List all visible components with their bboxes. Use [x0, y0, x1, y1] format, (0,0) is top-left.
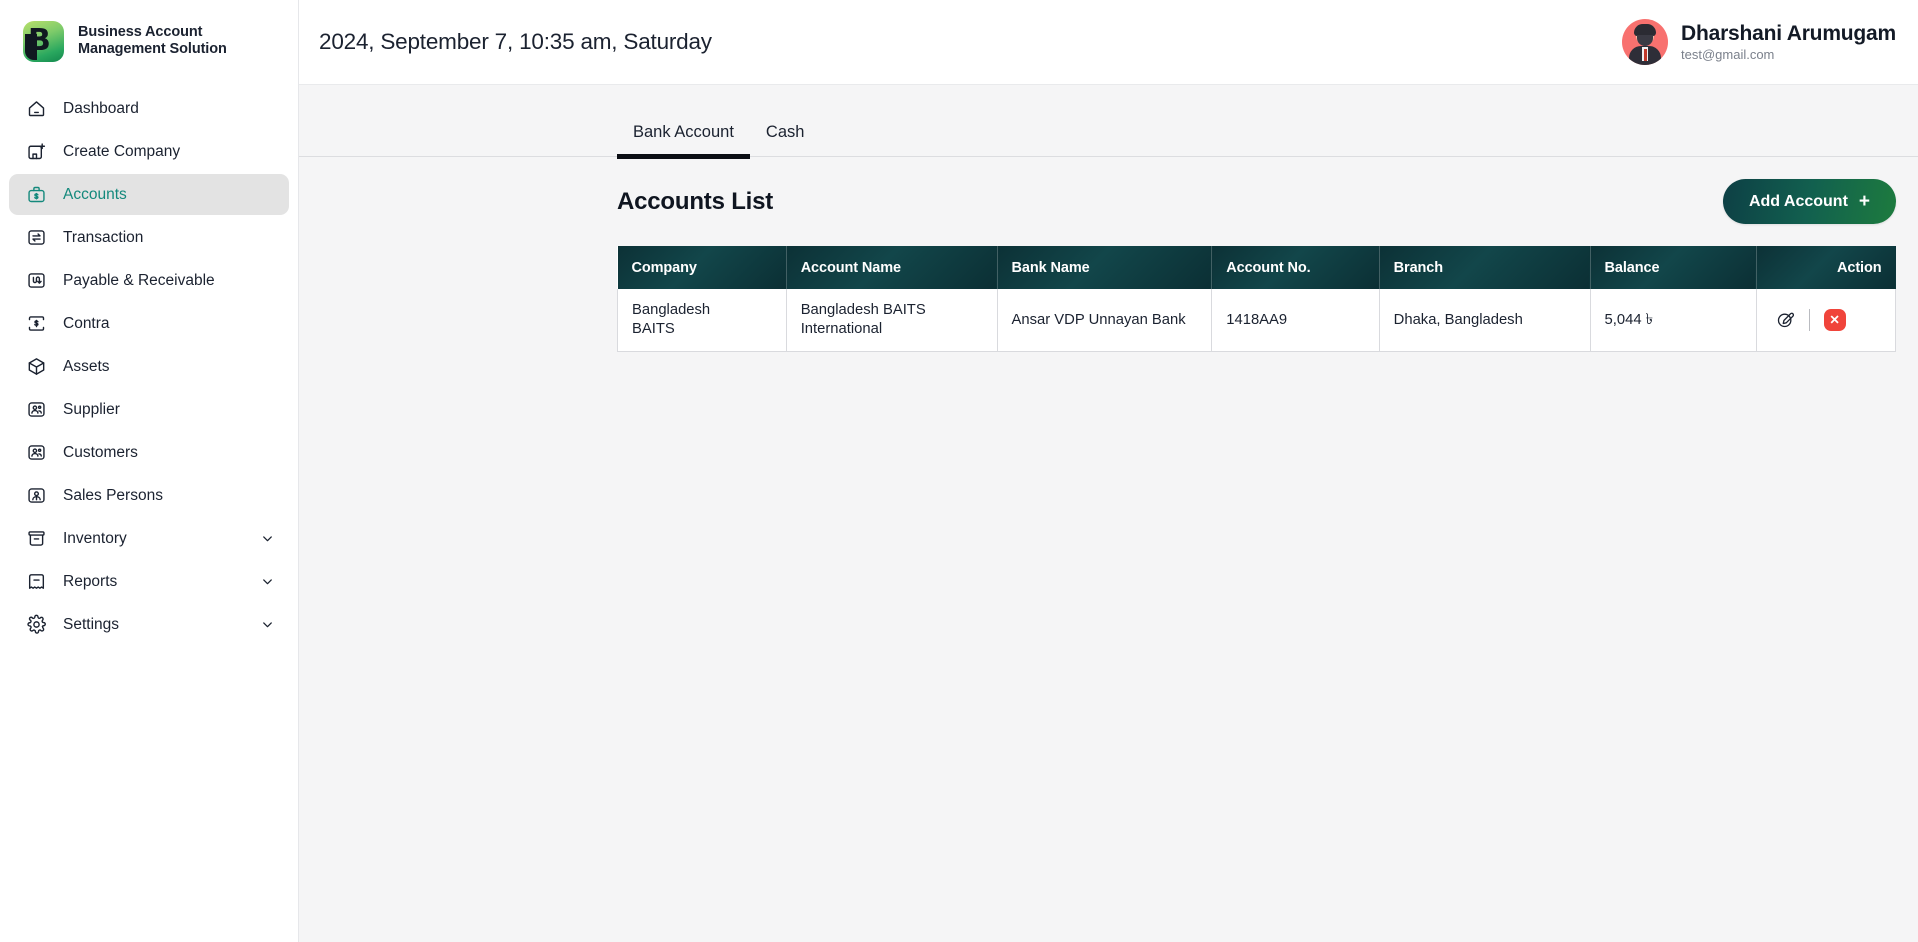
sidebar-item-label: Sales Persons: [63, 486, 163, 504]
user-badge-icon: [25, 485, 47, 507]
cell-actions: ✕: [1756, 289, 1897, 352]
chevron-down-icon[interactable]: [259, 617, 275, 633]
payable-receivable-icon: [25, 270, 47, 292]
sidebar-item-transaction[interactable]: Transaction: [9, 217, 289, 258]
accounts-table-body: Bangladesh BAITS Bangladesh BAITS Interna…: [617, 289, 1897, 352]
home-icon: [25, 98, 47, 120]
sidebar-item-accounts[interactable]: Accounts: [9, 174, 289, 215]
logo-letter: B: [28, 22, 51, 58]
sidebar-item-label: Dashboard: [63, 99, 139, 117]
sidebar-item-label: Payable & Receivable: [63, 271, 215, 289]
cell-branch-text: Dhaka, Bangladesh: [1393, 311, 1523, 328]
sidebar-item-supplier[interactable]: Supplier: [9, 389, 289, 430]
sidebar-item-label: Customers: [63, 443, 138, 461]
sidebar-item-customers[interactable]: Customers: [9, 432, 289, 473]
sidebar-item-label: Assets: [63, 357, 110, 375]
transfer-icon: [25, 227, 47, 249]
sidebar-nav: Dashboard Create Company Accounts Transacti…: [0, 82, 298, 645]
building-plus-icon: [25, 141, 47, 163]
cell-branch: Dhaka, Bangladesh: [1379, 289, 1591, 352]
sidebar-item-assets[interactable]: Assets: [9, 346, 289, 387]
row-action-group: ✕: [1771, 309, 1881, 331]
sidebar-item-inventory[interactable]: Inventory: [9, 518, 289, 559]
cell-bank-name-text: Ansar VDP Unnayan Bank: [1011, 311, 1186, 328]
sidebar-item-payable-receivable[interactable]: Payable & Receivable: [9, 260, 289, 301]
chevron-down-icon[interactable]: [259, 574, 275, 590]
user-email: test@gmail.com: [1681, 47, 1775, 62]
contra-dollar-icon: [25, 313, 47, 335]
gear-icon: [25, 614, 47, 636]
user-name: Dharshani Arumugam: [1681, 22, 1896, 45]
sidebar: B Business Account Management Solution D…: [0, 0, 299, 942]
sidebar-item-label: Contra: [63, 314, 110, 332]
column-header-balance: Balance: [1590, 246, 1757, 289]
table-row: Bangladesh BAITS Bangladesh BAITS Interna…: [617, 289, 1897, 352]
cell-balance: 5,044 ৳: [1590, 289, 1757, 352]
cell-company: Bangladesh BAITS: [617, 289, 787, 352]
accounts-table: Company Account Name Bank Name Account No. B…: [617, 246, 1897, 352]
sidebar-item-dashboard[interactable]: Dashboard: [9, 88, 289, 129]
table-header-row: Company Account Name Bank Name Account No. B…: [617, 246, 1896, 289]
column-header-company: Company: [617, 246, 787, 289]
sidebar-item-settings[interactable]: Settings: [9, 604, 289, 645]
column-header-bank-name: Bank Name: [997, 246, 1213, 289]
delete-icon[interactable]: ✕: [1823, 309, 1846, 331]
users-icon: [25, 442, 47, 464]
current-datetime: 2024, September 7, 10:35 am, Saturday: [319, 29, 712, 54]
sidebar-item-label: Settings: [63, 615, 120, 633]
main-area: 2024, September 7, 10:35 am, Saturday Dh…: [299, 0, 1918, 942]
action-divider: [1808, 309, 1810, 331]
add-account-button[interactable]: Add Account +: [1722, 179, 1896, 224]
app-logo-icon: B: [23, 20, 64, 62]
tab-cash[interactable]: Cash: [750, 123, 821, 156]
column-header-account-no: Account No.: [1211, 246, 1380, 289]
content-area: Bank Account Cash Accounts List Add Accou…: [299, 85, 1918, 942]
add-account-label: Add Account: [1748, 192, 1848, 210]
cell-bank-name: Ansar VDP Unnayan Bank: [997, 289, 1213, 352]
avatar: [1622, 19, 1668, 65]
sidebar-item-contra[interactable]: Contra: [9, 303, 289, 344]
chevron-down-icon[interactable]: [259, 531, 275, 547]
user-profile[interactable]: Dharshani Arumugam test@gmail.com: [1622, 19, 1896, 65]
users-icon: [25, 399, 47, 421]
column-header-branch: Branch: [1379, 246, 1591, 289]
accounts-table-wrapper: Company Account Name Bank Name Account No. B…: [299, 246, 1918, 352]
brand-title: Business Account Management Solution: [78, 24, 227, 58]
tab-bank-account[interactable]: Bank Account: [617, 123, 750, 159]
box-icon: [25, 356, 47, 378]
section-header: Accounts List Add Account +: [299, 157, 1918, 224]
sidebar-item-reports[interactable]: Reports: [9, 561, 289, 602]
edit-icon[interactable]: [1775, 310, 1795, 330]
sidebar-item-create-company[interactable]: Create Company: [9, 131, 289, 172]
column-header-action: Action: [1756, 246, 1896, 289]
cell-account-name: Bangladesh BAITS International: [786, 289, 998, 352]
brand-header[interactable]: B Business Account Management Solution: [0, 0, 298, 82]
app-root: B Business Account Management Solution D…: [0, 0, 1918, 942]
top-bar: 2024, September 7, 10:35 am, Saturday Dh…: [299, 0, 1918, 85]
sidebar-item-label: Reports: [63, 572, 118, 590]
account-type-tabs: Bank Account Cash: [299, 85, 1918, 159]
brand-title-line2: Management Solution: [78, 41, 227, 57]
cell-company-text: Bangladesh BAITS: [632, 302, 711, 337]
sidebar-item-label: Transaction: [63, 228, 144, 246]
brand-title-line1: Business Account: [78, 24, 203, 40]
cell-account-no-text: 1418AA9: [1226, 311, 1288, 328]
archive-icon: [25, 528, 47, 550]
sidebar-item-label: Inventory: [63, 529, 127, 547]
report-icon: [25, 571, 47, 593]
briefcase-dollar-icon: [25, 184, 47, 206]
cell-balance-text: 5,044 ৳: [1604, 311, 1654, 328]
column-header-account-name: Account Name: [786, 246, 998, 289]
plus-icon: +: [1858, 191, 1870, 212]
page-title: Accounts List: [617, 187, 774, 215]
sidebar-item-label: Supplier: [63, 400, 120, 418]
sidebar-item-label: Create Company: [63, 142, 181, 160]
accounts-table-head: Company Account Name Bank Name Account No. B…: [617, 246, 1896, 289]
sidebar-item-sales-persons[interactable]: Sales Persons: [9, 475, 289, 516]
sidebar-item-label: Accounts: [63, 185, 127, 203]
cell-account-name-text: Bangladesh BAITS International: [800, 302, 926, 337]
cell-account-no: 1418AA9: [1211, 289, 1380, 352]
